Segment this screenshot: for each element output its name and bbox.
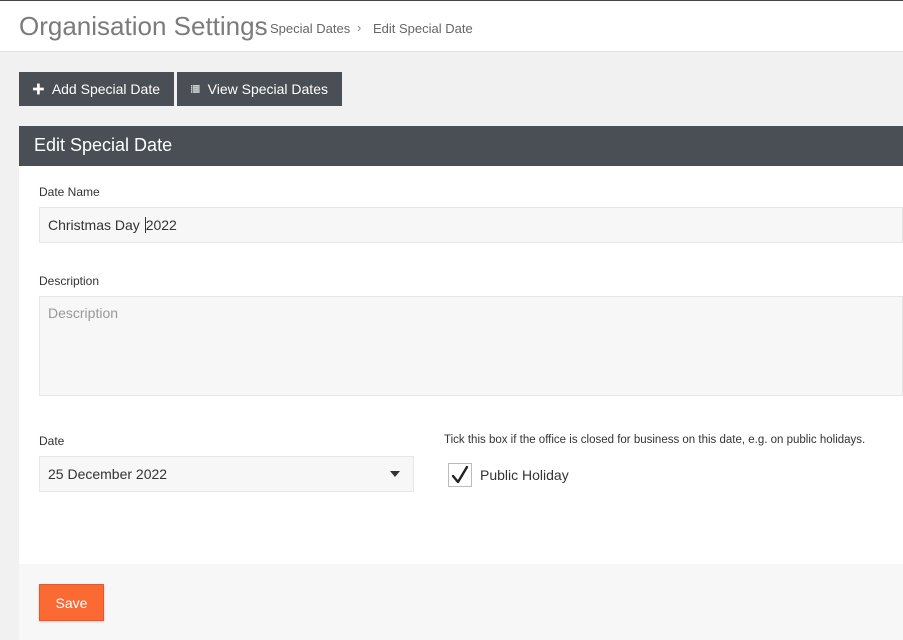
date-value: 25 December 2022 (48, 466, 168, 482)
date-name-value-end: 2022 (145, 217, 177, 233)
form-footer (19, 564, 903, 640)
panel-header: Edit Special Date (19, 126, 903, 166)
public-holiday-label[interactable]: Public Holiday (480, 467, 569, 483)
list-icon (191, 85, 200, 93)
breadcrumb-separator: › (357, 20, 362, 35)
view-special-dates-button[interactable]: View Special Dates (177, 72, 342, 106)
public-holiday-hint: Tick this box if the office is closed fo… (444, 434, 866, 446)
date-name-input[interactable]: Christmas Day 2022 (39, 207, 903, 243)
breadcrumb-special-dates[interactable]: Special Dates (270, 21, 350, 36)
add-special-date-label: Add Special Date (51, 81, 160, 97)
save-button[interactable]: Save (39, 584, 104, 621)
description-textarea[interactable]: Description (39, 296, 903, 396)
panel-title: Edit Special Date (34, 135, 173, 155)
date-name-value-start: Christmas Day (48, 217, 144, 233)
description-label: Description (39, 274, 100, 288)
date-select[interactable]: 25 December 2022 (39, 456, 414, 492)
breadcrumb-separator: › (255, 20, 260, 35)
date-label: Date (39, 434, 65, 448)
public-holiday-checkbox[interactable] (448, 463, 472, 487)
date-name-label: Date Name (39, 185, 100, 199)
page-title: Organisation Settings (19, 11, 268, 41)
add-special-date-button[interactable]: Add Special Date (19, 72, 174, 106)
breadcrumb-edit-special-date: Edit Special Date (373, 21, 473, 36)
chevron-down-icon (390, 471, 400, 477)
checkmark-icon (451, 465, 469, 484)
top-bar: Organisation Settings › Special Dates › … (0, 0, 903, 52)
plus-icon (33, 83, 44, 95)
description-placeholder: Description (48, 305, 119, 321)
view-special-dates-label: View Special Dates (207, 81, 328, 97)
